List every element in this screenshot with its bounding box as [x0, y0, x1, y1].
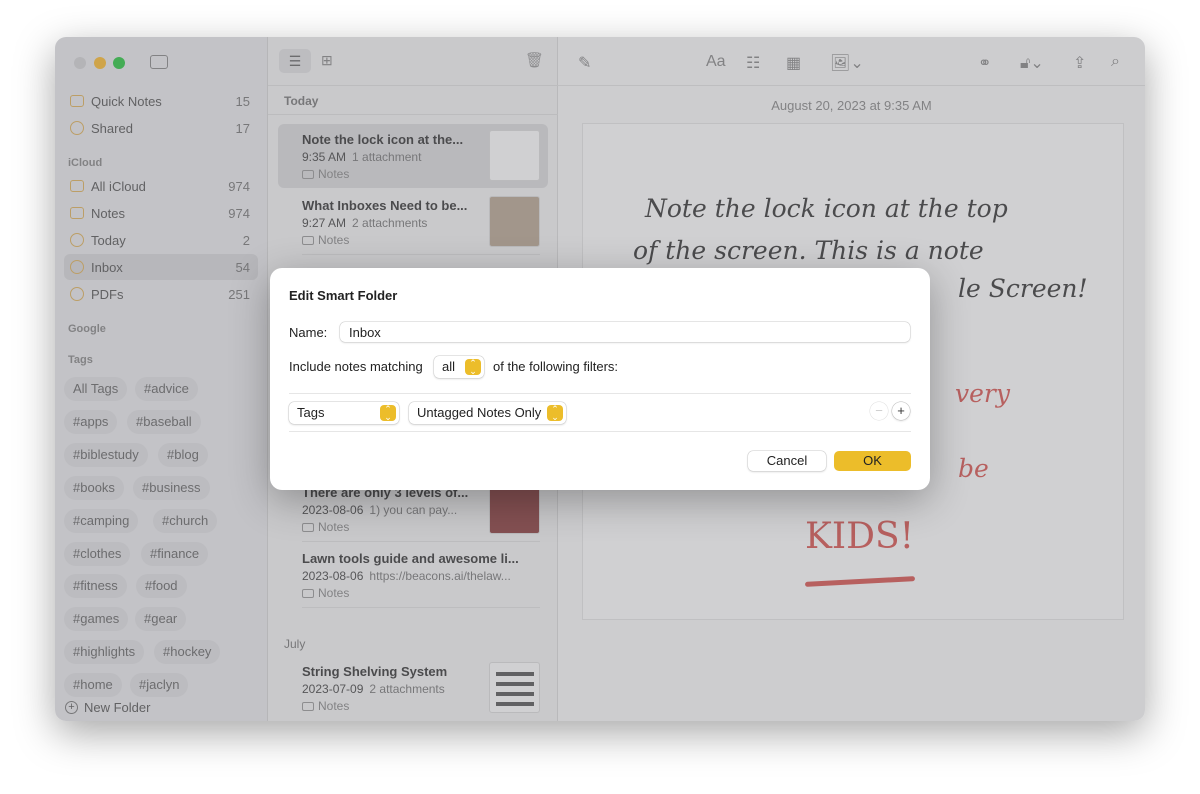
label: Untagged Notes Only [417, 405, 542, 420]
chevron-updown-icon: ⌃ ⌄ [465, 359, 481, 376]
name-input[interactable] [340, 322, 910, 342]
chevron-updown-icon: ⌃ ⌄ [380, 405, 396, 422]
divider [289, 393, 911, 394]
include-suffix-label: of the following filters: [493, 359, 619, 374]
dialog-title: Edit Smart Folder [289, 288, 398, 303]
edit-smart-folder-dialog: Edit Smart Folder Name: Include notes ma… [270, 268, 930, 490]
filter-field-select[interactable]: Tags ⌃ ⌄ [289, 402, 399, 424]
cancel-button[interactable]: Cancel [748, 451, 826, 471]
filter-value-select[interactable]: Untagged Notes Only ⌃ ⌄ [409, 402, 566, 424]
name-label: Name: [289, 325, 328, 340]
remove-filter-button[interactable]: − [870, 402, 888, 420]
add-filter-button[interactable]: + [892, 402, 910, 420]
label: all [442, 359, 456, 374]
chevron-updown-icon: ⌃ ⌄ [547, 405, 563, 422]
ok-button[interactable]: OK [834, 451, 911, 471]
divider [289, 431, 911, 432]
include-label: Include notes matching [289, 359, 423, 374]
match-select[interactable]: all ⌃ ⌄ [434, 356, 484, 378]
label: Tags [297, 405, 325, 420]
